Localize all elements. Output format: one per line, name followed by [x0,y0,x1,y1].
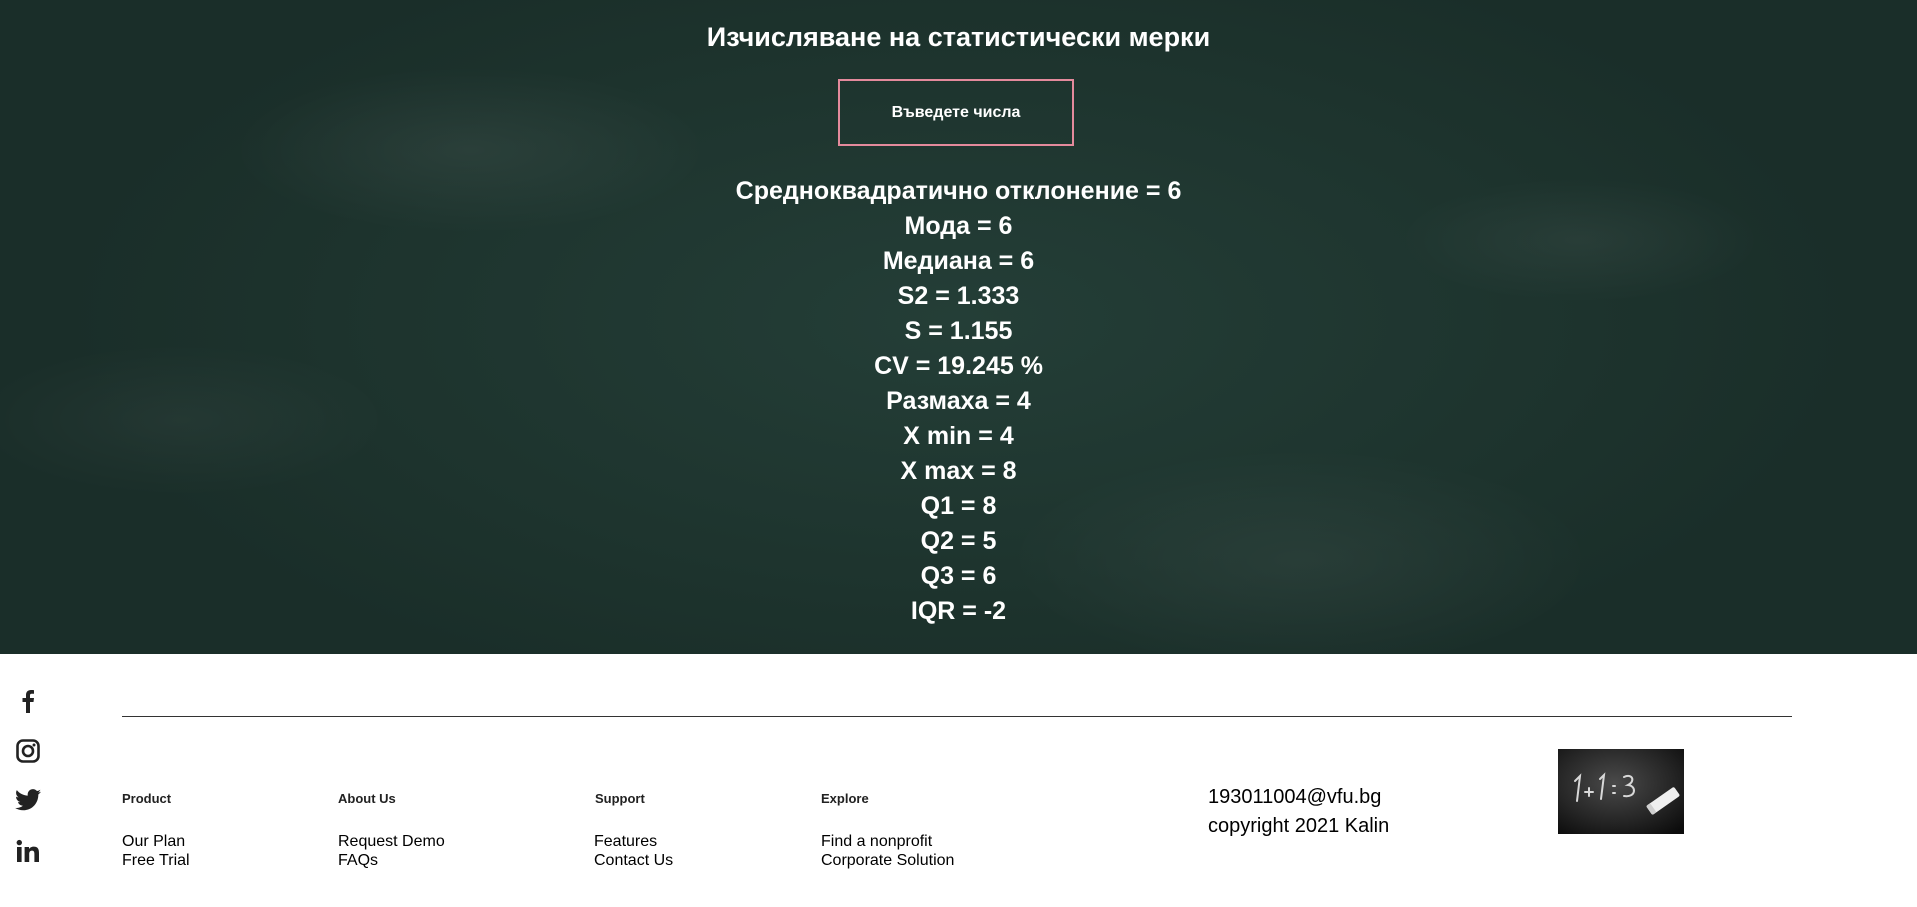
result-mode: Мода = 6 [904,212,1013,240]
footer-link-find-nonprofit[interactable]: Find a nonprofit [821,833,932,851]
twitter-icon[interactable] [14,786,42,814]
linkedin-icon[interactable] [14,837,42,865]
footer-link-free-trial[interactable]: Free Trial [122,852,190,870]
footer-divider [122,716,1792,717]
page-title: Изчисляване на статистически мерки [706,22,1211,52]
footer-link-our-plan[interactable]: Our Plan [122,833,185,851]
footer-link-corporate-solution[interactable]: Corporate Solution [821,852,954,870]
instagram-icon[interactable] [14,737,42,765]
footer-heading-about-us: About Us [338,791,396,806]
copyright-text: copyright 2021 Kalin [1208,815,1390,837]
result-q1: Q1 = 8 [920,492,997,520]
result-std-deviation: Средноквадратично отклонение = 6 [735,177,1182,205]
footer-link-request-demo[interactable]: Request Demo [338,833,445,851]
results-list: Средноквадратично отклонение = 6 Мода = … [0,174,1917,629]
footer-link-features[interactable]: Features [594,833,657,851]
footer-heading-explore: Explore [821,791,869,806]
result-median: Медиана = 6 [882,247,1035,275]
result-cv: CV = 19.245 % [874,352,1043,380]
result-variance: S2 = 1.333 [897,282,1020,310]
result-s: S = 1.155 [904,317,1013,345]
contact-email: 193011004@vfu.bg [1208,786,1382,808]
result-range: Размаха = 4 [886,387,1031,415]
footer-link-contact-us[interactable]: Contact Us [594,852,673,870]
result-iqr: IQR = -2 [910,597,1007,625]
enter-numbers-button[interactable]: Въведете числа [838,79,1074,146]
result-q2: Q2 = 5 [920,527,997,555]
footer-link-faqs[interactable]: FAQs [338,852,378,870]
footer-heading-product: Product [122,791,172,806]
facebook-icon[interactable] [14,687,42,715]
footer-heading-support: Support [595,791,645,806]
chalkboard-hero: Изчисляване на статистически мерки Въвед… [0,0,1917,654]
result-xmax: X max = 8 [900,457,1017,485]
result-xmin: X min = 4 [903,422,1014,450]
result-q3: Q3 = 6 [920,562,997,590]
chalkboard-thumbnail [1558,749,1684,834]
